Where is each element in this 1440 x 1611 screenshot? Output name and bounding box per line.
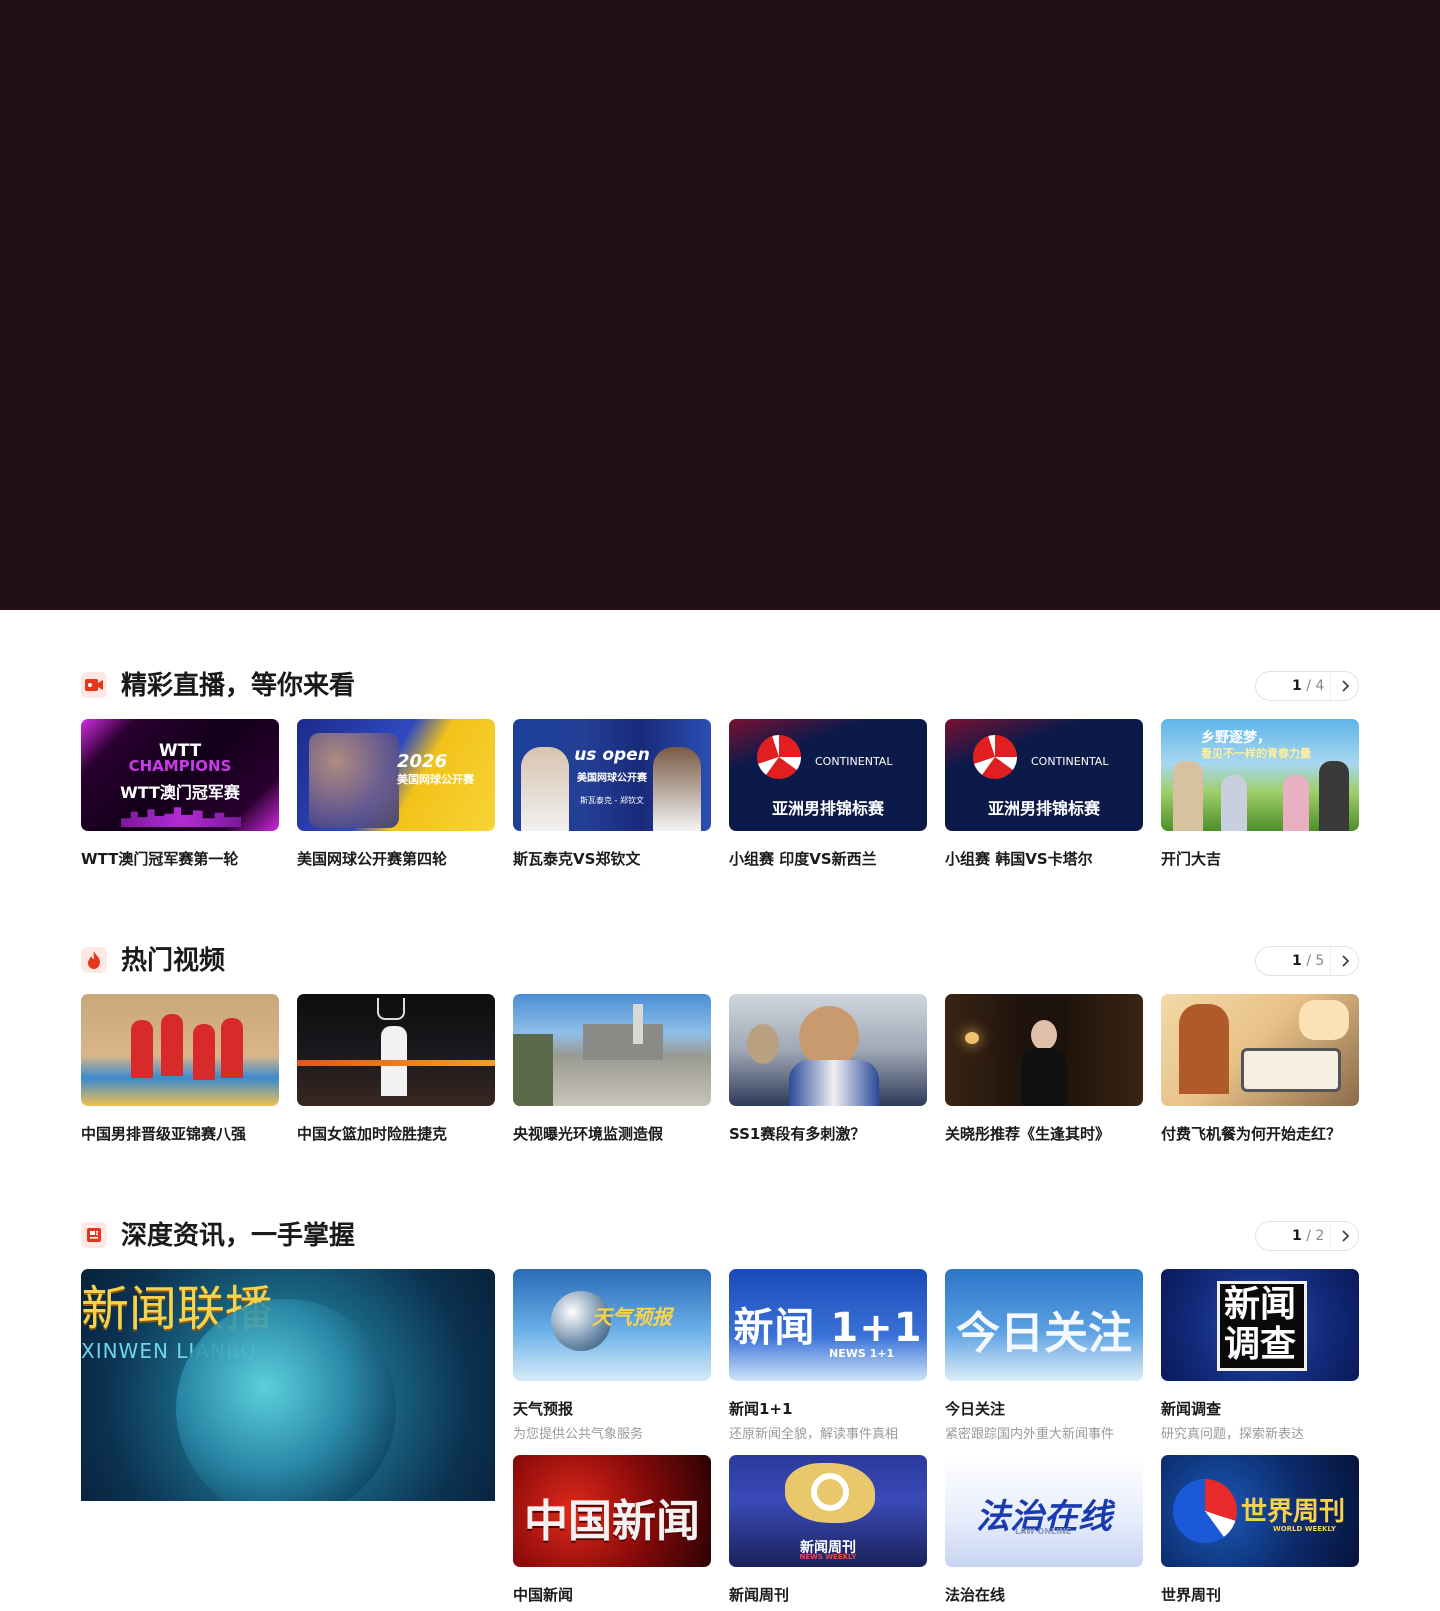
video-title: WTT澳门冠军赛第一轮 [81, 850, 239, 868]
chevron-right-icon [1341, 955, 1349, 967]
fire-icon [81, 947, 107, 973]
video-title: 央视曝光环境监测造假 [513, 1125, 664, 1143]
video-card[interactable]: 中国男排晋级亚锦赛八强 [81, 994, 279, 1144]
news-section: 深度资讯，一手掌握 1 / 2 新闻联播 XINWEN LIANBO 天气预报 … [81, 1218, 1359, 1611]
video-card[interactable]: WTT CHAMPIONS WTT澳门冠军赛 WTT澳门冠军赛第一轮 [81, 719, 279, 869]
video-card[interactable]: 付费飞机餐为何开始走红？ [1161, 994, 1359, 1144]
program-thumbnail: 新闻 调查 [1161, 1269, 1359, 1381]
section-header: 热门视频 1 / 5 [81, 943, 1359, 979]
program-card[interactable]: 新闻周刊 NEWS WEEKLY 新闻周刊 [729, 1455, 927, 1605]
video-card[interactable]: 央视曝光环境监测造假 [513, 994, 711, 1144]
program-thumbnail: 今日关注 [945, 1269, 1143, 1381]
featured-program-card[interactable]: 新闻联播 XINWEN LIANBO [81, 1269, 495, 1501]
video-title: 斯瓦泰克VS郑钦文 [513, 850, 641, 868]
video-title: SS1赛段有多刺激？ [729, 1125, 866, 1143]
section-title: 精彩直播，等你来看 [121, 671, 356, 701]
next-page-button[interactable] [1330, 672, 1358, 700]
video-thumbnail [729, 994, 927, 1106]
video-thumbnail: 乡野逐梦， 看见不一样的青春力量 [1161, 719, 1359, 831]
video-card[interactable]: CONTINENTAL 亚洲男排锦标赛 小组赛 韩国VS卡塔尔 [945, 719, 1143, 869]
program-title: 中国新闻 [513, 1586, 574, 1604]
program-title: 新闻调查 [1161, 1400, 1222, 1418]
video-title: 中国男排晋级亚锦赛八强 [81, 1125, 247, 1143]
next-page-button[interactable] [1330, 947, 1358, 975]
section-title: 热门视频 [121, 946, 226, 976]
chevron-right-icon [1341, 1230, 1349, 1242]
next-page-button[interactable] [1330, 1222, 1358, 1250]
program-card[interactable]: 新闻 1+1 NEWS 1+1 新闻1+1 还原新闻全貌，解读事件真相 [729, 1269, 927, 1442]
program-card[interactable]: 中国新闻 中国新闻 [513, 1455, 711, 1605]
section-header: 深度资讯，一手掌握 1 / 2 [81, 1218, 1359, 1254]
video-thumbnail [945, 994, 1143, 1106]
video-title: 小组赛 韩国VS卡塔尔 [945, 850, 1093, 868]
program-subtitle: 研究真问题，探索新表达 [1161, 1427, 1305, 1442]
program-title: 新闻周刊 [729, 1586, 790, 1604]
video-card[interactable]: 关晓彤推荐《生逢其时》 [945, 994, 1143, 1144]
pager: 1 / 5 [1255, 946, 1359, 976]
featured-card-footer [81, 1501, 495, 1611]
chevron-right-icon [1341, 680, 1349, 692]
program-title: 法治在线 [945, 1586, 1006, 1604]
video-title: 付费飞机餐为何开始走红？ [1161, 1125, 1342, 1143]
program-subtitle: 为您提供公共气象服务 [513, 1427, 644, 1442]
section-title: 深度资讯，一手掌握 [121, 1221, 356, 1251]
program-title: 天气预报 [513, 1400, 574, 1418]
video-thumbnail [81, 994, 279, 1106]
pager: 1 / 2 [1255, 1221, 1359, 1251]
video-title: 开门大吉 [1161, 850, 1222, 868]
video-card[interactable]: CONTINENTAL 亚洲男排锦标赛 小组赛 印度VS新西兰 [729, 719, 927, 869]
program-thumbnail: 新闻周刊 NEWS WEEKLY [729, 1455, 927, 1567]
pager-count: 1 / 4 [1292, 678, 1325, 694]
program-card[interactable]: 天气预报 天气预报 为您提供公共气象服务 [513, 1269, 711, 1442]
video-thumbnail: 2026 美国网球公开赛 [297, 719, 495, 831]
program-title: 新闻1+1 [729, 1400, 793, 1418]
video-card[interactable]: us open 美国网球公开赛 斯瓦泰克 - 郑钦文 斯瓦泰克VS郑钦文 [513, 719, 711, 869]
video-thumbnail: CONTINENTAL 亚洲男排锦标赛 [945, 719, 1143, 831]
live-video-icon [81, 672, 107, 698]
hero-banner[interactable] [0, 0, 1440, 610]
pager: 1 / 4 [1255, 671, 1359, 701]
video-thumbnail [297, 994, 495, 1106]
video-title: 小组赛 印度VS新西兰 [729, 850, 877, 868]
program-card[interactable]: 新闻 调查 新闻调查 研究真问题，探索新表达 [1161, 1269, 1359, 1442]
hot-videos-section: 热门视频 1 / 5 中国男排晋级亚锦赛八强 中国女篮加时险胜捷克 央视曝光环境… [81, 943, 1359, 1143]
program-card[interactable]: 今日关注 今日关注 紧密跟踪国内外重大新闻事件 [945, 1269, 1143, 1442]
video-thumbnail [513, 994, 711, 1106]
pager-count: 1 / 2 [1292, 1228, 1325, 1244]
program-thumbnail: 天气预报 [513, 1269, 711, 1381]
program-thumbnail: 法治在线 LAW ONLINE [945, 1455, 1143, 1567]
video-title: 美国网球公开赛第四轮 [297, 850, 448, 868]
video-card[interactable]: SS1赛段有多刺激？ [729, 994, 927, 1144]
video-thumbnail [1161, 994, 1359, 1106]
program-thumbnail: 新闻 1+1 NEWS 1+1 [729, 1269, 927, 1381]
program-card[interactable]: 世界周刊 WORLD WEEKLY 世界周刊 [1161, 1455, 1359, 1605]
live-section: 精彩直播，等你来看 1 / 4 WTT CHAMPIONS WTT澳门冠军赛 W… [81, 668, 1359, 868]
section-header: 精彩直播，等你来看 1 / 4 [81, 668, 1359, 704]
video-card[interactable]: 2026 美国网球公开赛 美国网球公开赛第四轮 [297, 719, 495, 869]
video-card[interactable]: 中国女篮加时险胜捷克 [297, 994, 495, 1144]
pager-count: 1 / 5 [1292, 953, 1325, 969]
program-thumbnail: 中国新闻 [513, 1455, 711, 1567]
program-card[interactable]: 法治在线 LAW ONLINE 法治在线 [945, 1455, 1143, 1605]
video-card[interactable]: 乡野逐梦， 看见不一样的青春力量 开门大吉 [1161, 719, 1359, 869]
program-thumbnail: 世界周刊 WORLD WEEKLY [1161, 1455, 1359, 1567]
video-thumbnail: WTT CHAMPIONS WTT澳门冠军赛 [81, 719, 279, 831]
video-thumbnail: CONTINENTAL 亚洲男排锦标赛 [729, 719, 927, 831]
program-subtitle: 紧密跟踪国内外重大新闻事件 [945, 1427, 1115, 1442]
video-thumbnail: us open 美国网球公开赛 斯瓦泰克 - 郑钦文 [513, 719, 711, 831]
video-title: 中国女篮加时险胜捷克 [297, 1125, 448, 1143]
program-subtitle: 还原新闻全貌，解读事件真相 [729, 1427, 899, 1442]
program-title: 今日关注 [945, 1400, 1006, 1418]
video-title: 关晓彤推荐《生逢其时》 [945, 1125, 1111, 1143]
program-title: 世界周刊 [1161, 1586, 1222, 1604]
news-icon [81, 1222, 107, 1248]
